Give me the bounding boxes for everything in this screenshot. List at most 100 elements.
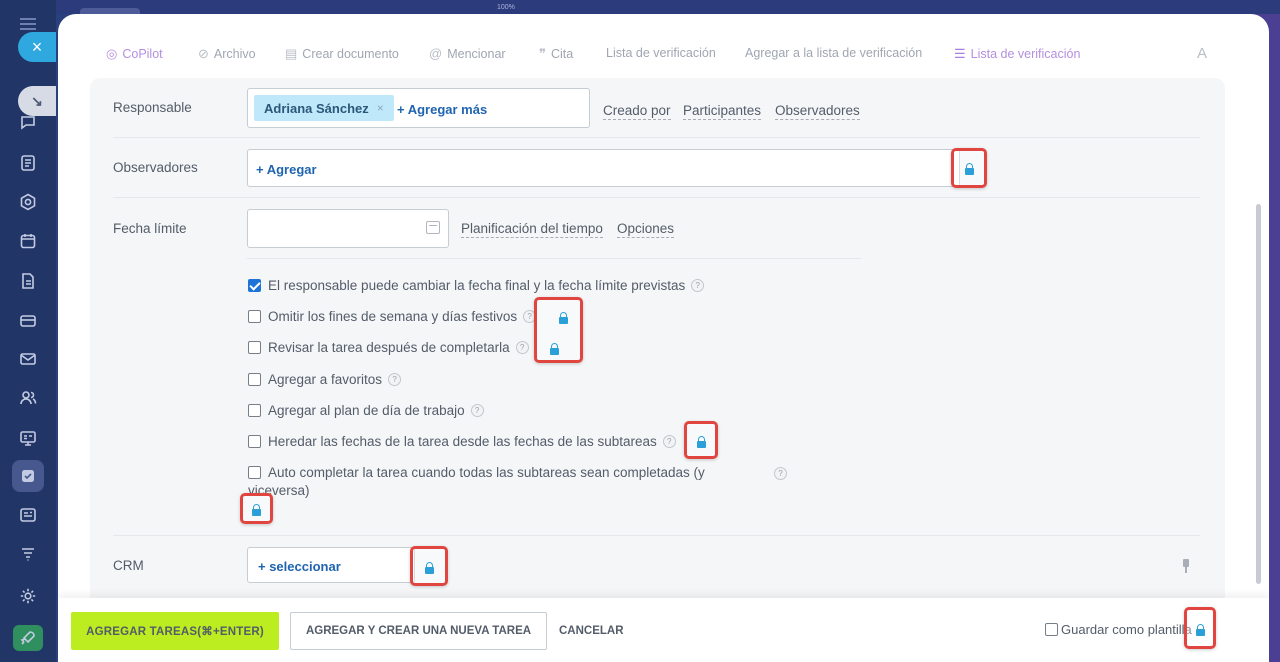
lock-highlight xyxy=(1184,607,1216,649)
crm-label: CRM xyxy=(113,558,144,573)
contacts-icon[interactable] xyxy=(16,386,40,410)
quote-icon: ❞ xyxy=(539,46,546,61)
checkbox[interactable] xyxy=(248,341,261,354)
zoom-label: 100% xyxy=(497,4,515,11)
observadores-field[interactable]: + Agregar xyxy=(247,149,960,187)
checklist-add-icon: ☰ xyxy=(954,46,966,61)
copilot-icon: ◎ xyxy=(106,46,118,61)
lock-icon xyxy=(425,562,434,576)
add-tasks-button[interactable]: AGREGAR TAREAS(⌘+ENTER) xyxy=(71,612,279,650)
lock-highlight xyxy=(240,493,273,524)
lock-highlight xyxy=(684,421,718,459)
option-change-deadline[interactable]: El responsable puede cambiar la fecha fi… xyxy=(248,278,705,293)
toolbar-mention[interactable]: @ Mencionar xyxy=(429,46,506,61)
lock-highlight xyxy=(410,546,448,586)
cancel-button[interactable]: CANCELAR xyxy=(559,625,624,637)
save-as-template[interactable]: Guardar como plantilla xyxy=(1045,622,1192,637)
lock-icon xyxy=(252,504,261,518)
calendar-icon[interactable] xyxy=(426,221,440,234)
checkbox[interactable] xyxy=(248,310,261,323)
divider xyxy=(247,258,861,259)
fecha-limite-label: Fecha límite xyxy=(113,221,187,236)
deadline-date-input[interactable] xyxy=(247,209,449,248)
filter-icon[interactable] xyxy=(16,542,40,566)
task-fields: Responsable Adriana Sánchez × + Agregar … xyxy=(90,78,1225,608)
menu-icon[interactable] xyxy=(20,18,36,30)
crm-select-link[interactable]: + seleccionar xyxy=(258,559,341,574)
rocket-icon[interactable] xyxy=(13,625,43,651)
add-more-link[interactable]: + Agregar más xyxy=(397,102,487,117)
divider xyxy=(113,535,1200,536)
arrow-down-left-icon: ↘ xyxy=(31,93,43,109)
toolbar-quote[interactable]: ❞ Cita xyxy=(539,46,573,62)
help-icon[interactable]: ? xyxy=(691,279,705,292)
option-inherit-subtask-dates[interactable]: Heredar las fechas de la tarea desde las… xyxy=(248,434,676,449)
option-auto-complete[interactable]: Auto completar la tarea cuando todas las… xyxy=(248,465,705,480)
footer-actions: AGREGAR TAREAS(⌘+ENTER) AGREGAR Y CREAR … xyxy=(58,598,1269,662)
lock-icon xyxy=(550,343,559,357)
checkbox[interactable] xyxy=(248,373,261,386)
close-slider-button[interactable]: × xyxy=(18,32,56,62)
paperclip-icon: ⊘ xyxy=(198,46,209,61)
toolbar-attach-file[interactable]: ⊘ Archivo xyxy=(198,46,256,62)
help-icon[interactable]: ? xyxy=(662,435,676,448)
settings-icon[interactable] xyxy=(16,584,40,608)
id-card-icon[interactable] xyxy=(16,503,40,527)
created-by-link[interactable]: Creado por xyxy=(603,103,671,120)
responsable-field[interactable]: Adriana Sánchez × + Agregar más xyxy=(247,88,590,128)
app-sidebar: × ↘ xyxy=(0,0,56,662)
checkbox[interactable] xyxy=(248,435,261,448)
help-icon[interactable]: ? xyxy=(388,373,402,386)
options-link[interactable]: Opciones xyxy=(617,221,675,238)
minimize-slider-button[interactable]: ↘ xyxy=(18,86,56,116)
option-add-day-plan[interactable]: Agregar al plan de día de trabajo ? xyxy=(248,403,484,418)
mail-icon[interactable] xyxy=(16,347,40,371)
pin-icon[interactable] xyxy=(1182,559,1190,573)
time-planning-link[interactable]: Planificación del tiempo xyxy=(461,221,603,238)
remove-chip-icon[interactable]: × xyxy=(377,101,384,115)
help-icon[interactable]: ? xyxy=(774,467,787,480)
card-icon[interactable] xyxy=(16,309,40,333)
checkbox[interactable] xyxy=(248,404,261,417)
option-add-favorites[interactable]: Agregar a favoritos ? xyxy=(248,372,402,387)
observers-link[interactable]: Observadores xyxy=(775,103,860,120)
monitor-icon[interactable] xyxy=(16,426,40,450)
lock-icon xyxy=(559,312,568,326)
toolbar-create-document[interactable]: ▤ Crear documento xyxy=(285,46,399,62)
lock-icon xyxy=(1196,624,1205,638)
checkbox[interactable] xyxy=(248,466,261,479)
toolbar-copilot[interactable]: ◎ CoPilot xyxy=(106,46,163,62)
help-icon[interactable]: ? xyxy=(515,341,529,354)
checkbox[interactable] xyxy=(1045,623,1058,636)
document-icon[interactable] xyxy=(16,269,40,293)
toolbar-add-to-checklist[interactable]: Agregar a la lista de verificación xyxy=(745,46,922,60)
hexagon-icon[interactable] xyxy=(16,190,40,214)
editor-toolbar: ◎ CoPilot ⊘ Archivo ▤ Crear documento @ Menc… xyxy=(58,42,1269,68)
responsable-chip[interactable]: Adriana Sánchez × xyxy=(254,95,394,121)
lock-highlight xyxy=(534,297,583,363)
task-edit-panel: ◎ CoPilot ⊘ Archivo ▤ Crear documento @ Menc… xyxy=(58,14,1269,662)
add-and-create-new-button[interactable]: AGREGAR Y CREAR UNA NUEVA TAREA xyxy=(290,612,547,650)
divider xyxy=(113,197,1200,198)
calendar-icon[interactable] xyxy=(16,229,40,253)
lock-icon xyxy=(965,163,974,177)
divider xyxy=(113,137,1200,138)
toolbar-checklist[interactable]: Lista de verificación xyxy=(606,46,716,60)
help-icon[interactable]: ? xyxy=(470,404,484,417)
crm-field[interactable]: + seleccionar xyxy=(247,547,415,583)
lock-icon xyxy=(697,436,706,450)
scrollbar[interactable] xyxy=(1256,204,1261,584)
checkbox[interactable] xyxy=(248,279,261,292)
option-review-after-complete[interactable]: Revisar la tarea después de completarla … xyxy=(248,340,529,355)
toolbar-checklist-add[interactable]: ☰ Lista de verificación xyxy=(954,46,1080,62)
add-observer-link[interactable]: + Agregar xyxy=(256,162,317,177)
option-skip-weekends[interactable]: Omitir los fines de semana y días festiv… xyxy=(248,309,537,324)
text-format-button[interactable]: A xyxy=(1197,45,1207,62)
at-icon: @ xyxy=(429,46,443,61)
document-icon: ▤ xyxy=(285,46,298,61)
browser-top-strip: 100% xyxy=(0,0,1280,16)
tasks-icon[interactable] xyxy=(12,460,44,492)
participants-link[interactable]: Participantes xyxy=(683,103,762,120)
close-icon: × xyxy=(31,37,43,57)
feed-icon[interactable] xyxy=(16,151,40,175)
